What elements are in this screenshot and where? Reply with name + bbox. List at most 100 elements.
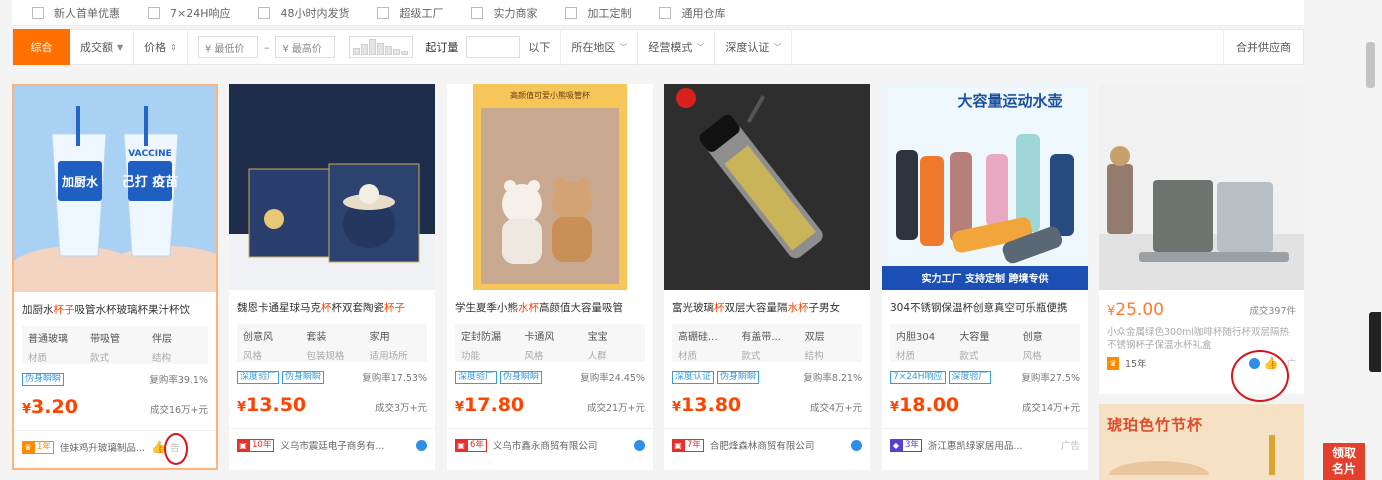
attribute: 创意风 风格 (243, 332, 273, 362)
image-footer-text: 实力工厂 支持定制 跨境专供 (922, 272, 1049, 285)
business-mode-dropdown[interactable]: 经营模式 ﹀ (638, 29, 716, 65)
price-min-input[interactable]: ¥ 最低价 (197, 36, 258, 58)
histogram-bar (385, 46, 393, 55)
glass-bottle-photo (664, 84, 870, 290)
product-title[interactable]: 学生夏季小熊水杯高颜值大容量吸管 (447, 290, 653, 318)
seller-row[interactable]: ▣ 6年 义乌市鑫永商贸有限公司 (447, 428, 653, 452)
image-banner-text: 大容量运动水壶 (957, 92, 1062, 110)
transaction-volume: 成交3万+元 (374, 403, 427, 414)
filter-general-warehouse[interactable]: 通用仓库 (659, 5, 725, 21)
price-max-input[interactable]: ¥ 最高价 (275, 36, 336, 58)
seller-years-badge: ♛ 1年 (22, 440, 54, 454)
price-row: ¥13.50 成交3万+元 (237, 394, 427, 416)
seller-row[interactable]: ▣ 7年 合肥烽森林商贸有限公司 (664, 428, 870, 452)
product-image[interactable] (664, 84, 870, 290)
seller-name[interactable]: 合肥烽森林商贸有限公司 (710, 438, 815, 452)
product-image[interactable] (229, 84, 435, 290)
product-attributes: 创意风 风格 套装 包装规格 家用 适用场所 (237, 324, 427, 362)
filter-new-user[interactable]: 新人首单优惠 (32, 5, 120, 21)
chat-icon[interactable] (851, 439, 862, 451)
service-tags: 深度认证 伪身瞬瞬 复购率8.21% (672, 370, 862, 384)
price-row: ¥3.20 成交16万+元 (22, 396, 208, 418)
service-tags: 深度验厂 伪身瞬瞬 复购率17.53% (237, 370, 427, 384)
seller-name[interactable]: 义乌市震廷电子商务有... (280, 438, 384, 452)
product-image-banner: 琥珀色竹节杯 (1107, 416, 1204, 434)
attribute: 定封防漏 功能 (461, 332, 501, 362)
repurchase-rate: 复购率39.1% (149, 375, 208, 386)
seller-name[interactable]: 佳妹鸡升玻璃制品... (60, 440, 145, 454)
checkbox-icon[interactable] (258, 6, 271, 19)
histogram-bar (393, 49, 401, 55)
filter-strong-merchant[interactable]: 实力商家 (471, 5, 537, 21)
sports-bottles-photo: 大容量运动水壶 实力工厂 支持定制 跨境专供 (882, 84, 1088, 290)
product-attributes: 定封防漏 功能 卡通风 风格 宝宝 人群 (455, 324, 645, 362)
checkbox-icon[interactable] (148, 6, 160, 19)
merge-suppliers-toggle[interactable]: 合并供应商 (1223, 29, 1303, 65)
product-title[interactable]: 魏恩卡通星球马克杯杯双套陶瓷杯子 (229, 290, 435, 318)
product-image[interactable] (1099, 84, 1304, 290)
get-business-card-button[interactable]: 领取 名片 (1323, 443, 1365, 480)
sort-by-sales[interactable]: 成交额 ▼ (70, 29, 135, 65)
chat-icon[interactable] (634, 439, 645, 451)
product-title[interactable]: 加厨水杯子吸管水杯玻璃杯果汁杯饮 (14, 292, 216, 320)
seller-years-badge: ♛ (1107, 356, 1119, 370)
product-title[interactable]: 小众金属绿色300ml咖啡杯随行杯双层隔热不锈钢杯子保温水杯礼盒 (1099, 320, 1304, 350)
product-title[interactable]: 富光玻璃杯双层大容量隔水杯子男女 (664, 290, 870, 318)
product-card[interactable]: 富光玻璃杯双层大容量隔水杯子男女 高硼硅... 材质 有盖带... 款式 双层 结构 … (664, 84, 870, 470)
price-distribution-histogram[interactable] (349, 36, 414, 58)
chat-icon[interactable] (416, 439, 427, 451)
sort-comprehensive-tab[interactable]: 综合 (13, 29, 70, 65)
checkbox-icon[interactable] (659, 6, 672, 19)
attribute: 家用 适用场所 (369, 332, 408, 362)
filter-48h-shipping[interactable]: 48小时内发货 (258, 5, 349, 21)
product-card[interactable]: 琥珀色竹节杯 (1099, 404, 1304, 480)
product-image[interactable]: 大容量运动水壶 实力工厂 支持定制 跨境专供 (882, 84, 1088, 290)
scrollbar-thumb[interactable] (1365, 42, 1375, 88)
chevron-down-icon: ﹀ (696, 42, 705, 52)
seller-row[interactable]: ◆ 3年 浙江惠凯绿家居用品... 广告 (882, 428, 1088, 452)
checkbox-icon[interactable] (32, 6, 44, 19)
product-card[interactable]: 大容量运动水壶 实力工厂 支持定制 跨境专供 304不锈钢保温杯创意真空可乐瓶便… (882, 84, 1088, 470)
seller-years-badge: ▣ 6年 (455, 438, 487, 452)
side-panel-handle[interactable] (1369, 312, 1381, 372)
product-card[interactable]: 高颜值可爱小熊吸管杯 学生夏季小熊水杯高颜值大容量吸管 定封防漏 功能 卡通风 风格… (447, 84, 653, 470)
product-image[interactable]: 加厨水 VACCINE 己打 疫苗 (14, 86, 216, 292)
seller-name[interactable]: 浙江惠凯绿家居用品... (928, 438, 1023, 452)
checkbox-icon[interactable] (471, 6, 484, 19)
attribute: 创意 风格 (1022, 332, 1043, 362)
product-card[interactable]: 魏恩卡通星球马克杯杯双套陶瓷杯子 创意风 风格 套装 包装规格 家用 适用场所 深度验… (229, 84, 435, 470)
seller-name[interactable]: 义乌市鑫永商贸有限公司 (493, 438, 598, 452)
product-card[interactable]: ¥25.00 成交397件 小众金属绿色300ml咖啡杯随行杯双层隔热不锈钢杯子… (1099, 84, 1304, 402)
cups-photo: 加厨水 VACCINE 己打 疫苗 (14, 86, 216, 292)
attribute: 套装 包装规格 (306, 332, 345, 362)
annotation-circle (164, 433, 188, 465)
seller-years-badge: ▣ 10年 (237, 438, 275, 452)
factory-icon: ▣ (237, 438, 249, 452)
cup-label-text: VACCINE (128, 149, 172, 159)
region-dropdown[interactable]: 所在地区 ﹀ (561, 29, 639, 65)
checkbox-icon[interactable] (565, 6, 578, 19)
service-tag: 7×24H响应 (890, 370, 946, 384)
filter-24h-response[interactable]: 7×24H响应 (148, 5, 230, 21)
scrollbar[interactable] (1364, 38, 1376, 478)
ad-label: 广 (1286, 359, 1296, 370)
service-tag: 伪身瞬瞬 (22, 372, 65, 386)
certification-dropdown[interactable]: 深度认证 ﹀ (715, 29, 793, 65)
filter-custom-processing[interactable]: 加工定制 (565, 5, 631, 21)
service-tag: 深度验厂 (237, 370, 280, 384)
service-tags: 伪身瞬瞬 复购率39.1% (22, 372, 208, 386)
min-order-input[interactable] (466, 36, 521, 58)
service-filter-row: 新人首单优惠 7×24H响应 48小时内发货 超级工厂 实力商家 加工定制 通用… (12, 0, 1304, 26)
checkbox-icon[interactable] (377, 6, 390, 19)
product-image[interactable]: 高颜值可爱小熊吸管杯 (447, 84, 653, 290)
sort-by-price[interactable]: 价格 ⇕ (134, 29, 188, 65)
seller-row[interactable]: ▣ 10年 义乌市震廷电子商务有... (229, 428, 435, 452)
service-tag: 伪身瞬瞬 (282, 370, 325, 384)
attribute: 内胆304 材质 (896, 332, 936, 362)
product-title[interactable]: 304不锈钢保温杯创意真空可乐瓶便携 (882, 290, 1088, 318)
seller-years-badge: ▣ 7年 (672, 438, 704, 452)
price-row: ¥18.00 成交14万+元 (890, 394, 1080, 416)
product-card[interactable]: 加厨水 VACCINE 己打 疫苗 加厨水杯子吸管水杯玻璃杯果汁杯饮 普通玻璃材… (12, 84, 218, 470)
cup-label-text: 加厨水 (61, 174, 99, 189)
filter-super-factory[interactable]: 超级工厂 (377, 5, 443, 21)
